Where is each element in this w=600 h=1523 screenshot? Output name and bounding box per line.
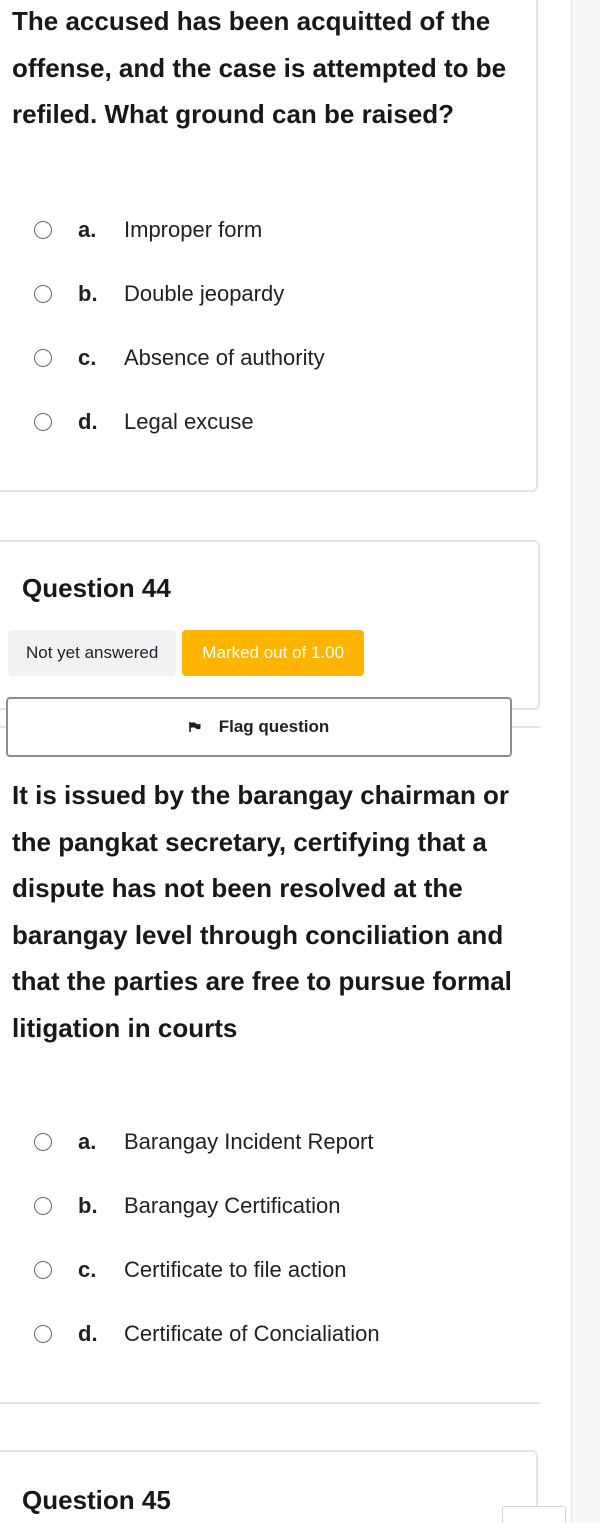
scroll-rail[interactable] <box>571 0 600 1523</box>
radio-unchecked-icon[interactable] <box>34 285 52 303</box>
option-d[interactable]: d. Certificate of Concialiation <box>34 1302 514 1366</box>
option-label: Absence of authority <box>124 345 325 370</box>
flag-icon <box>188 722 201 732</box>
option-label: Barangay Incident Report <box>124 1129 374 1154</box>
quiz-page: The accused has been acquitted of the of… <box>0 0 600 1523</box>
question-44-options: a. Barangay Incident Report b. Barangay … <box>34 1110 514 1366</box>
option-b[interactable]: b. Double jeopardy <box>34 262 514 326</box>
option-label: Improper form <box>124 217 263 242</box>
option-a[interactable]: a. Barangay Incident Report <box>34 1110 514 1174</box>
option-letter: c. <box>78 1257 97 1282</box>
question-number: Question 45 <box>22 1485 171 1515</box>
option-label: Double jeopardy <box>124 281 285 306</box>
flag-question-label: Flag question <box>218 717 330 736</box>
status-badge: Not yet answered <box>8 630 177 676</box>
option-b[interactable]: b. Barangay Certification <box>34 1174 514 1238</box>
radio-unchecked-icon[interactable] <box>34 1197 52 1215</box>
radio-unchecked-icon[interactable] <box>34 413 52 431</box>
option-c[interactable]: c. Absence of authority <box>34 326 514 390</box>
option-letter: a. <box>78 217 97 242</box>
radio-unchecked-icon[interactable] <box>34 1261 52 1279</box>
radio-unchecked-icon[interactable] <box>34 1133 52 1151</box>
question-43-options: a. Improper form b. Double jeopardy c. A… <box>34 198 514 454</box>
option-label: Certificate of Concialiation <box>124 1321 380 1346</box>
option-d[interactable]: d. Legal excuse <box>34 390 514 454</box>
option-letter: b. <box>78 281 98 306</box>
option-letter: c. <box>78 345 97 370</box>
question-44-text: It is issued by the barangay chairman or… <box>12 780 512 1043</box>
radio-unchecked-icon[interactable] <box>34 1325 52 1343</box>
question-number: Question 44 <box>22 573 171 603</box>
option-letter: d. <box>78 409 98 434</box>
radio-unchecked-icon[interactable] <box>34 349 52 367</box>
divider <box>0 1402 540 1404</box>
option-label: Barangay Certification <box>124 1193 341 1218</box>
option-c[interactable]: c. Certificate to file action <box>34 1238 514 1302</box>
question-43-text: The accused has been acquitted of the of… <box>12 6 507 129</box>
option-label: Legal excuse <box>124 409 254 434</box>
radio-unchecked-icon[interactable] <box>34 221 52 239</box>
flag-question-button[interactable]: Flag question <box>6 697 512 757</box>
option-label: Certificate to file action <box>124 1257 347 1282</box>
question-45-box <box>502 1506 566 1523</box>
question-44-info-card <box>0 540 540 710</box>
option-letter: a. <box>78 1129 97 1154</box>
question-status-row: Not yet answered Marked out of 1.00 <box>8 630 365 676</box>
marks-badge: Marked out of 1.00 <box>182 630 365 676</box>
option-letter: d. <box>78 1321 98 1346</box>
option-a[interactable]: a. Improper form <box>34 198 514 262</box>
option-letter: b. <box>78 1193 98 1218</box>
